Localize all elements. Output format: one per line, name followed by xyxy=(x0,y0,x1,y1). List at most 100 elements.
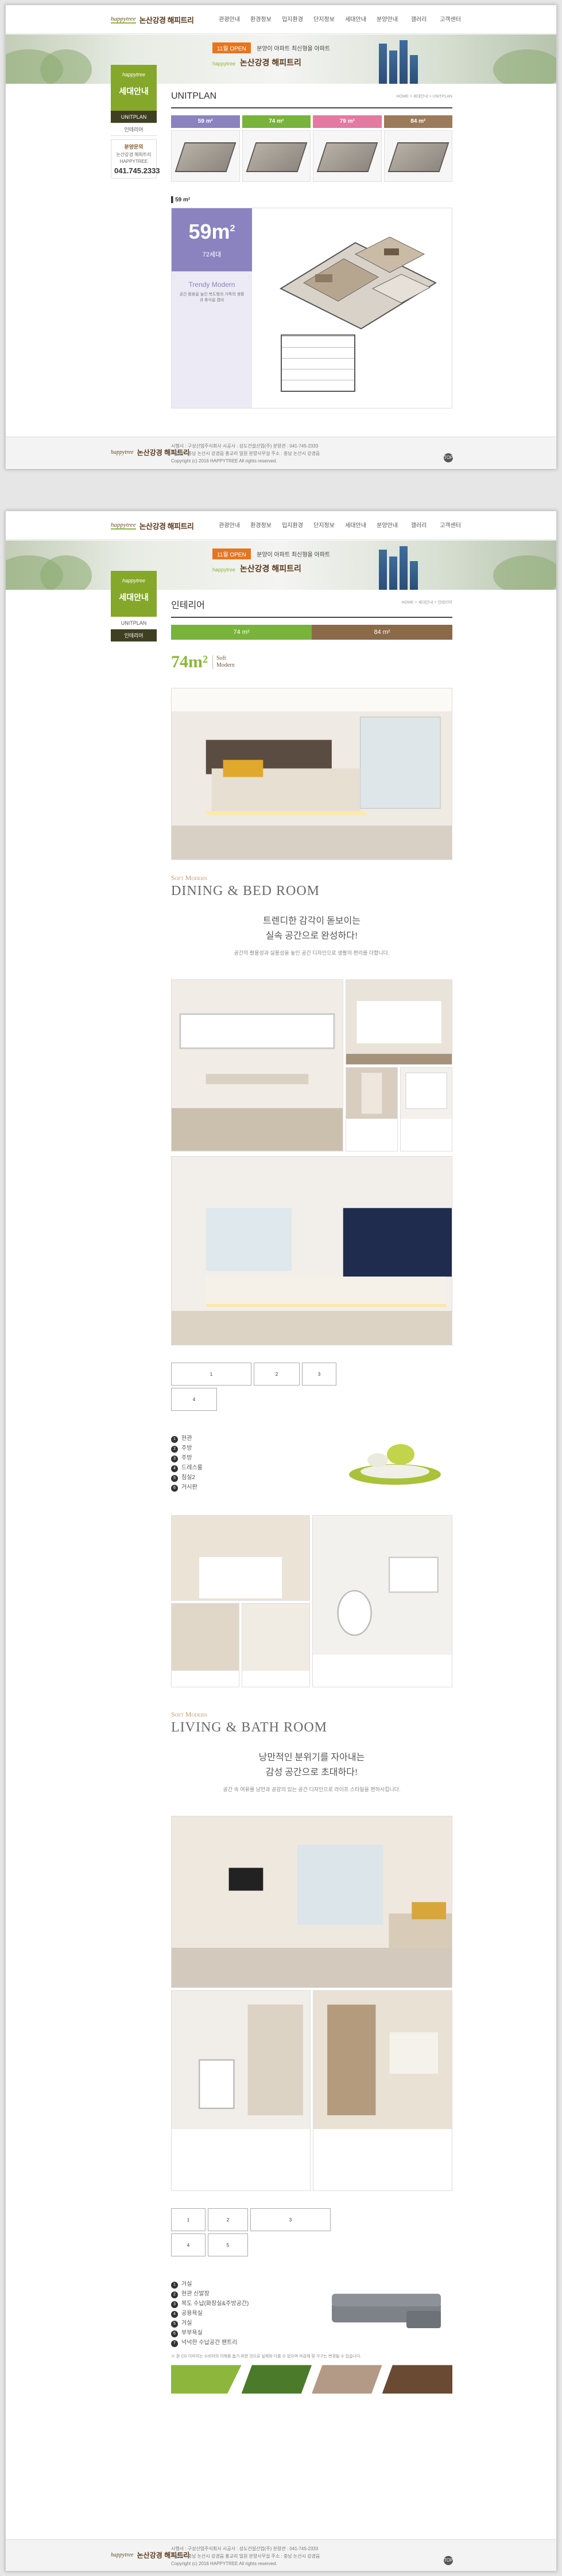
top-button[interactable]: TOP xyxy=(444,2556,453,2565)
menu-item[interactable]: 단지정보 xyxy=(308,14,340,23)
plan-shape xyxy=(246,142,307,172)
sidebar: happytree 세대안내 UNITPLAN 인테리어 xyxy=(111,571,157,642)
menu-item[interactable]: 관광안내 xyxy=(214,14,245,23)
section-big-title: DINING & BED ROOM xyxy=(171,884,320,898)
contact-mini: HAPPYTREE xyxy=(119,159,148,164)
sidebar-item-interior[interactable]: 인테리어 xyxy=(111,123,157,136)
living-image xyxy=(313,1991,452,2130)
contact-label: 분양문의 xyxy=(124,144,144,150)
logo-mark: happytree xyxy=(111,15,136,24)
section-dining-heading: Soft Modern DINING & BED ROOM xyxy=(171,874,452,899)
contact-tel[interactable]: 041.745.2333 xyxy=(114,166,160,175)
plan-thumb-84[interactable] xyxy=(383,130,452,182)
bedroom-image xyxy=(172,688,452,859)
menu-item[interactable]: 입지환경 xyxy=(277,520,308,529)
tab-84[interactable]: 84 m² xyxy=(383,115,452,128)
room-name: 현관 xyxy=(181,1435,192,1442)
room-list-item: 6 부부욕실 xyxy=(171,2328,249,2338)
room-list-item: 5 거실 xyxy=(171,2318,249,2328)
sidebar: happytree 세대안내 UNITPLAN 인테리어 분양문의 논산강경 해… xyxy=(111,65,160,178)
menu-item[interactable]: 환경정보 xyxy=(245,520,277,529)
room-name: 주방 xyxy=(181,1445,192,1452)
kitchen-image xyxy=(346,1068,397,1119)
bath-photo xyxy=(171,1515,310,1601)
menu-item[interactable]: 환경정보 xyxy=(245,14,277,23)
footer-info-line: 사업장 : 충남 논산시 강경읍 홍교리 일원 분양사무실 주소 : 충남 논산… xyxy=(171,2553,320,2559)
sofa-image xyxy=(332,2293,441,2328)
menu-item[interactable]: 관광안내 xyxy=(214,520,245,529)
room-plan-diagram: 1 2 3 4 5 xyxy=(171,2208,355,2257)
tagline-line: 트렌디한 감각이 돋보이는 xyxy=(263,916,361,926)
room-list-item: 6 거시판 xyxy=(171,1482,203,1492)
living-photo xyxy=(313,1990,452,2192)
sidebar-item-interior[interactable]: 인테리어 xyxy=(111,629,157,642)
menu-item[interactable]: 고객센터 xyxy=(435,14,466,23)
plan-description: 공간 활용을 높인 복도형의 가족의 생활과 휴식을 겸비 xyxy=(179,293,245,302)
tab-79[interactable]: 79 m² xyxy=(313,115,382,128)
menu-item[interactable]: 고객센터 xyxy=(435,520,466,529)
room-name: 부부욕실 xyxy=(181,2330,203,2337)
main-menu: 관광안내 환경정보 입지환경 단지정보 세대안내 분양안내 갤러리 고객센터 xyxy=(214,520,466,529)
banner-tower xyxy=(379,550,387,590)
menu-item[interactable]: 갤러리 xyxy=(403,14,435,23)
room-legend-row: 1 거실 2 현관 신발장 3 복도 수납(화장실&주방공간) 4 공용욕실 5 거실 6… xyxy=(171,2268,452,2348)
site-logo[interactable]: happytree 논산강경 해피트리 xyxy=(111,12,194,27)
bath-image xyxy=(242,1604,309,1671)
section-small-title: Soft Modern xyxy=(171,874,208,882)
plan-cell: 3 xyxy=(250,2208,331,2232)
bath-image xyxy=(172,1604,239,1671)
room-list: 1 거실 2 현관 신발장 3 복도 수납(화장실&주방공간) 4 공용욕실 5 거실 6… xyxy=(171,2279,249,2348)
menu-item[interactable]: 단지정보 xyxy=(308,520,340,529)
room-name: 넉넉한 수납공간 팬트리 xyxy=(181,2340,238,2347)
footer-info-line: 시행사 : 구성산업주식회사 시공사 : 성도건설산업(주) 분양관 : 041… xyxy=(171,443,319,449)
tab-74[interactable]: 74 m² xyxy=(171,625,312,640)
selected-type-label: ▌59 m² xyxy=(171,197,191,203)
logo-name: 논산강경 해피트리 xyxy=(139,522,194,531)
logo-mark: happytree xyxy=(111,521,136,530)
footer: happytree 논산강경 해피트리 시행사 : 구성산업주식회사 시공사 :… xyxy=(6,2539,556,2571)
room-name: 공용욕실 xyxy=(181,2310,203,2317)
section-tagline: 트렌디한 감각이 돋보이는 실속 공간으로 완성하다! xyxy=(171,914,452,943)
menu-item[interactable]: 세대안내 xyxy=(340,520,371,529)
tab-74[interactable]: 74 m² xyxy=(242,115,311,128)
open-badge: 11월 OPEN xyxy=(212,42,251,53)
top-navigation: happytree 논산강경 해피트리 관광안내 환경정보 입지환경 단지정보 … xyxy=(6,5,556,34)
banner-title-prefix: happytree xyxy=(212,61,236,67)
room-list: 1 현관 2 주방 3 주방 4 드레스룸 5 침실2 6 거시판 xyxy=(171,1434,203,1492)
banner-tower xyxy=(400,40,408,84)
room-name: 주방 xyxy=(181,1455,192,1462)
banner-tower xyxy=(389,557,397,590)
top-button[interactable]: TOP xyxy=(444,453,453,462)
plan-thumb-74[interactable] xyxy=(242,130,311,182)
top-banner: 11월 OPEN 분양이 아파트 최신형을 아파트 happytree 논산강경… xyxy=(6,540,556,590)
footer-logo-mark: happytree xyxy=(111,449,134,456)
menu-item[interactable]: 분양안내 xyxy=(371,520,403,529)
site-logo[interactable]: happytree 논산강경 해피트리 xyxy=(111,518,194,533)
plan-cell: 4 xyxy=(171,1388,217,1411)
room-list-item: 2 현관 신발장 xyxy=(171,2289,249,2299)
breadcrumb: HOME > 세대안내 > 인테리어 xyxy=(401,601,452,605)
menu-item[interactable]: 세대안내 xyxy=(340,14,371,23)
room-legend-row: 1 현관 2 주방 3 주방 4 드레스룸 5 침실2 6 거시판 xyxy=(171,1422,452,1492)
plan-thumb-59[interactable] xyxy=(171,130,240,182)
tagline-line: 낭만적인 분위기를 자아내는 xyxy=(258,1753,365,1763)
color-strip xyxy=(171,2365,452,2394)
room-name: 거시판 xyxy=(181,1484,197,1491)
tab-84[interactable]: 84 m² xyxy=(312,625,452,640)
sidebar-header: happytree 세대안내 xyxy=(111,65,157,111)
tab-59[interactable]: 59 m² xyxy=(171,115,240,128)
bath-left xyxy=(171,1515,310,1688)
room-name: 거실 xyxy=(181,2320,192,2327)
menu-item[interactable]: 갤러리 xyxy=(403,520,435,529)
flat-floor-plan xyxy=(281,334,355,392)
sidebar-item-unitplan[interactable]: UNITPLAN xyxy=(111,617,157,629)
menu-item[interactable]: 분양안내 xyxy=(371,14,403,23)
plan-thumbnails xyxy=(171,130,452,182)
logo-name: 논산강경 해피트리 xyxy=(139,15,194,25)
plan-concept: Trendy Modern xyxy=(188,281,235,289)
room-name: 드레스룸 xyxy=(181,1465,203,1472)
plan-thumb-79[interactable] xyxy=(313,130,382,182)
menu-item[interactable]: 입지환경 xyxy=(277,14,308,23)
sidebar-item-unitplan[interactable]: UNITPLAN xyxy=(111,111,157,123)
tagline-line: 감성 공간으로 초대하다! xyxy=(265,1767,358,1777)
